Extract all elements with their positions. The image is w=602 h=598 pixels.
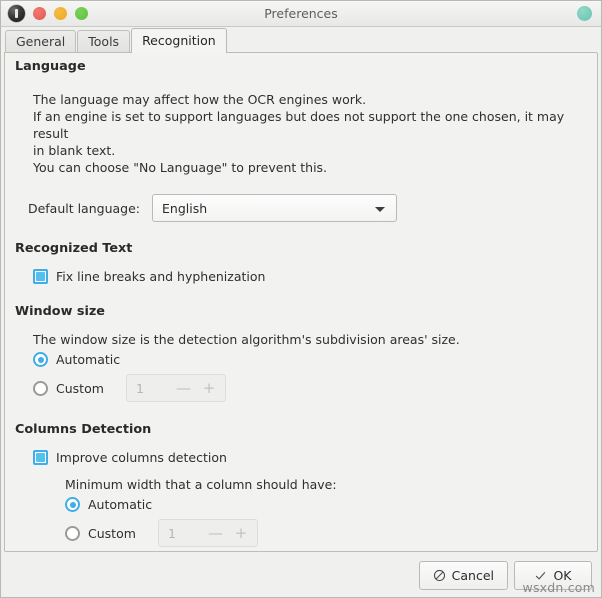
maximize-button[interactable] <box>75 7 88 20</box>
chevron-down-icon <box>375 207 385 212</box>
language-description-line-2: If an engine is set to support languages… <box>33 109 565 141</box>
columns-custom-radio[interactable] <box>65 525 80 541</box>
minimize-button[interactable] <box>54 7 67 20</box>
tab-bar: General Tools Recognition <box>1 27 601 53</box>
improve-columns-label: Improve columns detection <box>56 450 227 465</box>
improve-columns-row[interactable]: Improve columns detection <box>33 450 587 465</box>
window-size-custom-stepper[interactable]: 1 — + <box>126 374 226 402</box>
window-size-custom-value: 1 <box>136 380 144 396</box>
minus-icon[interactable]: — <box>176 381 191 396</box>
default-language-row: Default language: English <box>15 194 587 222</box>
language-description: The language may affect how the OCR engi… <box>33 91 587 176</box>
tab-recognition[interactable]: Recognition <box>131 28 227 53</box>
dialog-button-bar: Cancel OK <box>1 553 601 597</box>
window-size-custom-radio[interactable] <box>33 380 48 396</box>
columns-custom-value: 1 <box>168 525 176 541</box>
cancel-icon <box>433 569 445 581</box>
columns-automatic-row[interactable]: Automatic <box>65 497 587 512</box>
plus-icon[interactable]: + <box>234 526 248 541</box>
fix-line-breaks-row[interactable]: Fix line breaks and hyphenization <box>33 269 587 284</box>
default-language-select[interactable]: English <box>152 194 397 222</box>
improve-columns-checkbox[interactable] <box>33 450 48 465</box>
window-size-custom-label: Custom <box>56 380 104 396</box>
app-icon <box>8 5 25 22</box>
status-indicator-icon[interactable] <box>577 6 592 21</box>
tab-general[interactable]: General <box>5 30 77 53</box>
check-icon <box>536 571 546 580</box>
columns-custom-row[interactable]: Custom 1 — + <box>65 519 587 547</box>
window-size-description: The window size is the detection algorit… <box>33 332 460 347</box>
ok-button[interactable]: OK <box>514 560 592 590</box>
minus-icon[interactable]: — <box>208 526 223 541</box>
window-size-automatic-radio[interactable] <box>33 352 48 367</box>
columns-custom-label: Custom <box>88 525 136 541</box>
default-language-label: Default language: <box>27 200 140 216</box>
window-size-section-title: Window size <box>15 304 105 319</box>
window-controls <box>1 5 88 22</box>
window-title: Preferences <box>264 6 338 21</box>
columns-automatic-label: Automatic <box>88 497 153 512</box>
language-description-line-3: in blank text. <box>33 143 116 158</box>
window-size-custom-row[interactable]: Custom 1 — + <box>33 374 587 402</box>
default-language-value: English <box>162 200 208 216</box>
language-description-line-4: You can choose "No Language" to prevent … <box>33 160 328 175</box>
recognition-panel: Language The language may affect how the… <box>4 52 598 552</box>
recognized-text-section-title: Recognized Text <box>15 241 133 256</box>
title-bar: Preferences <box>1 1 601 27</box>
window-size-automatic-label: Automatic <box>56 352 121 367</box>
cancel-button[interactable]: Cancel <box>418 560 508 590</box>
status-indicator-wrap <box>577 6 592 21</box>
fix-line-breaks-label: Fix line breaks and hyphenization <box>56 269 266 284</box>
columns-automatic-radio[interactable] <box>65 497 80 512</box>
cancel-button-label: Cancel <box>451 567 494 583</box>
preferences-window: Preferences General Tools Recognition La… <box>0 0 602 598</box>
close-button[interactable] <box>33 7 46 20</box>
ok-button-label: OK <box>553 567 572 583</box>
language-description-line-1: The language may affect how the OCR engi… <box>33 92 367 107</box>
fix-line-breaks-checkbox[interactable] <box>33 269 48 284</box>
columns-detection-section-title: Columns Detection <box>15 422 152 437</box>
tab-tools[interactable]: Tools <box>77 30 131 53</box>
language-section-title: Language <box>15 59 86 74</box>
window-size-automatic-row[interactable]: Automatic <box>33 352 587 367</box>
plus-icon[interactable]: + <box>202 381 216 396</box>
minimum-width-label: Minimum width that a column should have: <box>65 477 337 492</box>
columns-custom-stepper[interactable]: 1 — + <box>158 519 258 547</box>
